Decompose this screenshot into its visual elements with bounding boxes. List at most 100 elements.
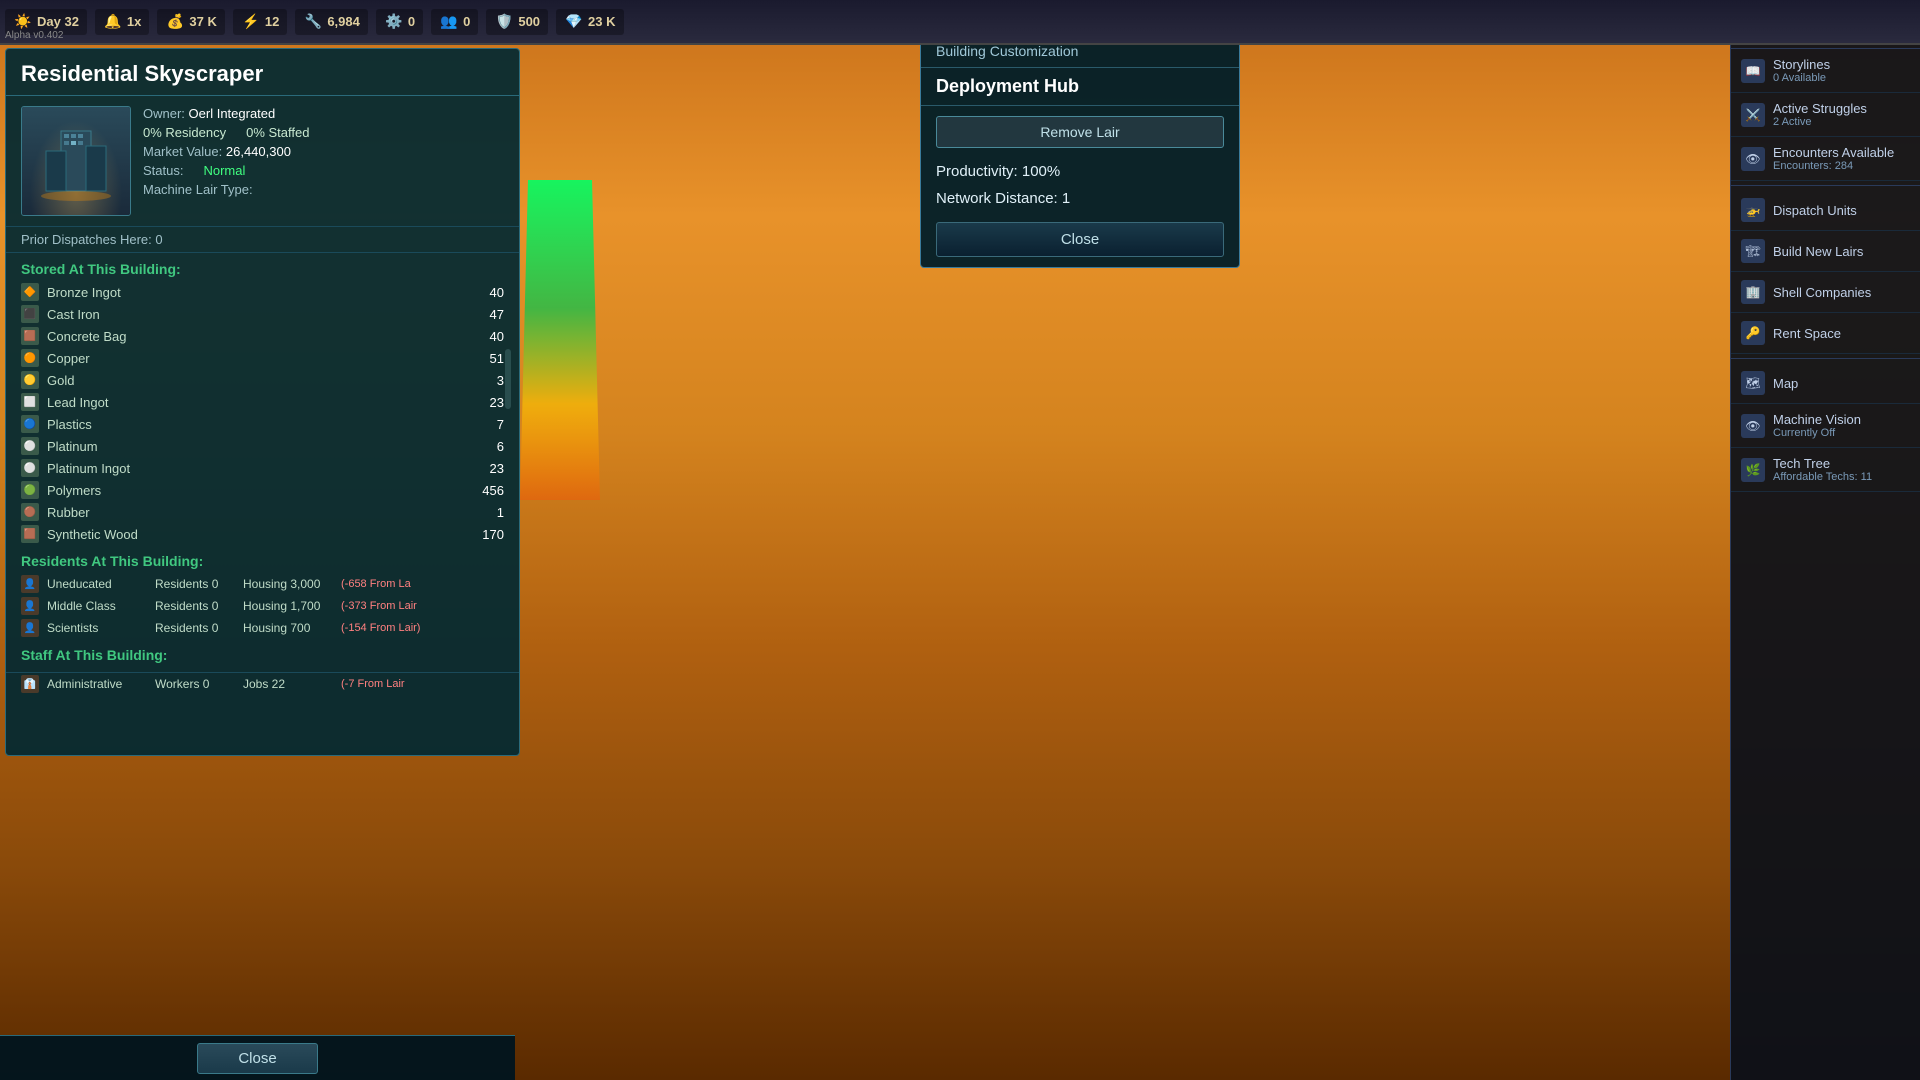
resource6-icon: 🛡️ [494,12,514,32]
map-icon: 🗺 [1741,371,1765,395]
tech-tree-icon: 🌿 [1741,458,1765,482]
speed-icon: 🔔 [103,12,123,32]
platinum-icon: ⚪ [21,437,39,455]
plastics-icon: 🔵 [21,415,39,433]
list-item: 🟤 Rubber 1 [21,501,504,523]
concrete-bag-icon: 🟫 [21,327,39,345]
gold-icon: 🟡 [21,371,39,389]
stat-resource4: ⚙️ 0 [376,9,423,35]
dispatch-units-label: Dispatch Units [1773,203,1910,218]
list-item: 👤 Uneducated Residents 0 Housing 3,000 (… [21,573,504,595]
stat-resource7: 💎 23 K [556,9,623,35]
resource3-icon: 🔧 [303,12,323,32]
panel-title: Residential Skyscraper [6,49,519,96]
platinum-ingot-icon: ⚪ [21,459,39,477]
sidebar-divider-1 [1731,185,1920,186]
list-item: 🟢 Polymers 456 [21,479,504,501]
stat-resource3: 🔧 6,984 [295,9,368,35]
list-item: 🟫 Concrete Bag 40 [21,325,504,347]
glow-building [520,180,600,500]
stat-speed[interactable]: 🔔 1x [95,9,149,35]
machine-vision-sublabel: Currently Off [1773,427,1910,439]
scrollbar[interactable] [505,349,511,409]
stat-resource5: 👥 0 [431,9,478,35]
stat-resource2: ⚡ 12 [233,9,287,35]
sidebar-item-build-new-lairs[interactable]: 🏗 Build New Lairs [1731,231,1920,272]
active-struggles-label: Active Struggles [1773,101,1910,116]
list-item: 🟫 Synthetic Wood 170 [21,523,504,545]
building-thumbnail [21,106,131,216]
administrative-icon: 👔 [21,675,39,693]
copper-icon: 🟠 [21,349,39,367]
list-item: ⚪ Platinum Ingot 23 [21,457,504,479]
inventory-list: 🔶 Bronze Ingot 40 ⬛ Cast Iron 47 🟫 Concr… [6,281,519,545]
cast-iron-icon: ⬛ [21,305,39,323]
customization-building-name: Deployment Hub [921,68,1239,106]
list-item: 🔶 Bronze Ingot 40 [21,281,504,303]
shell-companies-label: Shell Companies [1773,285,1910,300]
building-details: Owner: Oerl Integrated 0% Residency 0% S… [143,106,504,216]
stat-resource1: 💰 37 K [157,9,224,35]
day-icon: ☀️ [13,12,33,32]
building-info-header: Owner: Oerl Integrated 0% Residency 0% S… [6,96,519,227]
encounters-sublabel: Encounters: 284 [1773,160,1910,172]
owner-row: Owner: Oerl Integrated [143,106,504,121]
sidebar-item-storylines[interactable]: 📖 Storylines 0 Available [1731,49,1920,93]
scientists-icon: 👤 [21,619,39,637]
market-row: Market Value: 26,440,300 [143,144,504,159]
sidebar-item-dispatch-units[interactable]: 🚁 Dispatch Units [1731,190,1920,231]
sidebar-item-map[interactable]: 🗺 Map [1731,363,1920,404]
productivity-stat: Productivity: 100% [921,158,1239,185]
uneducated-icon: 👤 [21,575,39,593]
encounters-icon: 👁 [1741,147,1765,171]
thumbnail-inner [22,107,130,215]
stored-title: Stored At This Building: [6,253,519,281]
sidebar-item-machine-vision[interactable]: 👁 Machine Vision Currently Off [1731,404,1920,448]
residents-title: Residents At This Building: [6,545,519,573]
list-item: ⚪ Platinum 6 [21,435,504,457]
stat-resource6: 🛡️ 500 [486,9,548,35]
storylines-icon: 📖 [1741,59,1765,83]
resource2-icon: ⚡ [241,12,261,32]
resource7-icon: 💎 [564,12,584,32]
right-sidebar: 👤 🔴 👁 ⚡ 🔵 📖 Storylines 0 Available ⚔️ Ac… [1730,0,1920,1080]
machine-vision-icon: 👁 [1741,414,1765,438]
tech-tree-label: Tech Tree [1773,456,1910,471]
map-label: Map [1773,376,1910,391]
machine-vision-label: Machine Vision [1773,412,1910,427]
building-panel: Residential Skyscraper O [5,48,520,756]
storylines-sublabel: 0 Available [1773,72,1910,84]
building-customization-panel: Building Customization Deployment Hub Re… [920,30,1240,268]
left-panel-close-button[interactable]: Close [197,1043,317,1074]
staff-section: 👔 Administrative Workers 0 Jobs 22 (-7 F… [6,672,519,695]
build-new-lairs-label: Build New Lairs [1773,244,1910,259]
list-item: 🟠 Copper 51 [21,347,504,369]
list-item: 👤 Middle Class Residents 0 Housing 1,700… [21,595,504,617]
build-new-lairs-icon: 🏗 [1741,239,1765,263]
rubber-icon: 🟤 [21,503,39,521]
list-item: ⬛ Cast Iron 47 [21,303,504,325]
sidebar-item-tech-tree[interactable]: 🌿 Tech Tree Affordable Techs: 11 [1731,448,1920,492]
active-struggles-sublabel: 2 Active [1773,116,1910,128]
remove-lair-button[interactable]: Remove Lair [936,116,1224,148]
list-item: 🔵 Plastics 7 [21,413,504,435]
lead-ingot-icon: ⬜ [21,393,39,411]
status-row: Status: Normal [143,163,504,178]
active-struggles-icon: ⚔️ [1741,103,1765,127]
lair-type-row: Machine Lair Type: [143,182,504,197]
resource5-icon: 👥 [439,12,459,32]
sidebar-item-encounters[interactable]: 👁 Encounters Available Encounters: 284 [1731,137,1920,181]
sidebar-item-rent-space[interactable]: 🔑 Rent Space [1731,313,1920,354]
list-item: 👔 Administrative Workers 0 Jobs 22 (-7 F… [21,673,504,695]
rent-space-icon: 🔑 [1741,321,1765,345]
sidebar-item-active-struggles[interactable]: ⚔️ Active Struggles 2 Active [1731,93,1920,137]
sidebar-item-shell-companies[interactable]: 🏢 Shell Companies [1731,272,1920,313]
building-svg [36,121,116,201]
alpha-badge: Alpha v0.402 [5,30,63,41]
rent-space-label: Rent Space [1773,326,1910,341]
top-bar: ☀️ Day 32 🔔 1x 💰 37 K ⚡ 12 🔧 6,984 ⚙️ 0 … [0,0,1920,45]
tech-tree-sublabel: Affordable Techs: 11 [1773,471,1910,483]
prior-dispatch: Prior Dispatches Here: 0 [6,227,519,253]
customization-close-button[interactable]: Close [936,222,1224,257]
synthetic-wood-icon: 🟫 [21,525,39,543]
